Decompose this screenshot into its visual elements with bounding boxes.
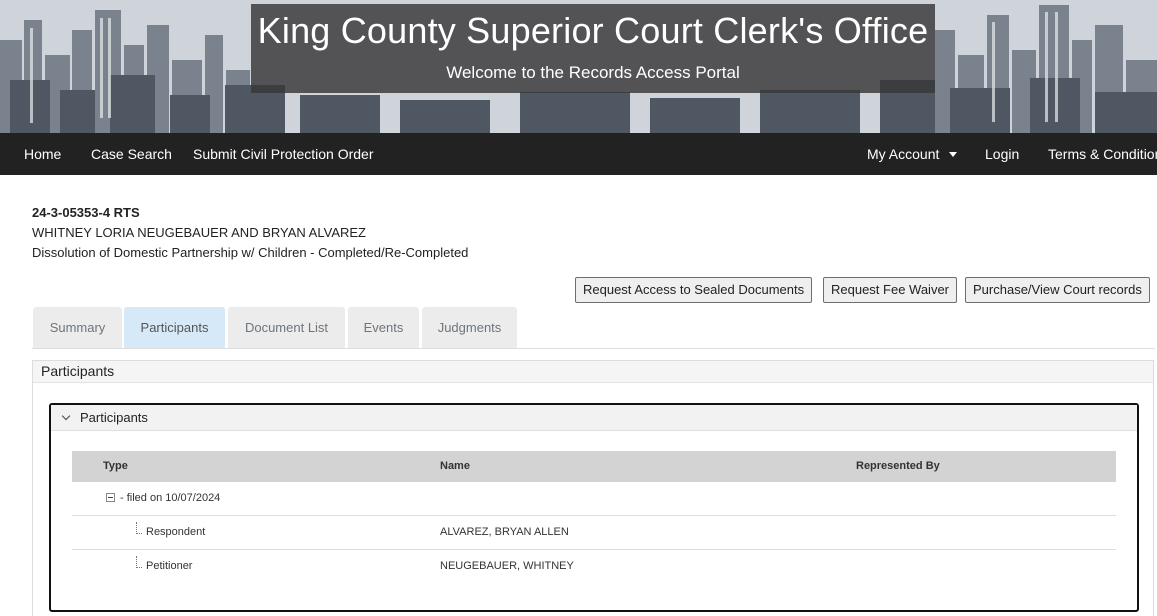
table-row: Petitioner NEUGEBAUER, WHITNEY — [72, 550, 1116, 584]
caret-down-icon — [949, 152, 958, 157]
case-tabs: Summary Participants Document List Event… — [32, 307, 1155, 349]
column-header-name[interactable]: Name — [440, 451, 470, 482]
chevron-down-icon — [61, 411, 71, 421]
section-title: Participants — [80, 410, 148, 425]
participant-name: ALVAREZ, BRYAN ALLEN — [440, 526, 569, 538]
nav-terms[interactable]: Terms & Conditions — [1048, 133, 1157, 175]
tab-summary[interactable]: Summary — [33, 307, 122, 348]
grid-header: Type Name Represented By — [72, 451, 1116, 482]
collapse-icon[interactable] — [106, 493, 115, 502]
case-number: 24-3-05353-4 RTS — [32, 205, 140, 220]
column-header-represented-by[interactable]: Represented By — [856, 451, 940, 482]
tab-participants[interactable]: Participants — [124, 307, 225, 348]
tab-judgments[interactable]: Judgments — [422, 307, 517, 348]
request-fee-waiver-button[interactable]: Request Fee Waiver — [823, 277, 958, 303]
banner-title-box: King County Superior Court Clerk's Offic… — [251, 4, 935, 93]
header-banner: King County Superior Court Clerk's Offic… — [0, 0, 1157, 133]
column-header-type[interactable]: Type — [103, 451, 128, 482]
group-label: - filed on 10/07/2024 — [120, 492, 221, 504]
request-sealed-documents-button[interactable]: Request Access to Sealed Documents — [575, 277, 813, 303]
nav-my-account-dropdown[interactable]: My Account — [867, 133, 958, 175]
participants-section: Participants Type Name Represented By - … — [49, 403, 1139, 612]
participants-section-toggle[interactable]: Participants — [51, 405, 1137, 431]
panel-title: Participants — [33, 361, 1153, 383]
nav-submit-civil-protection-order[interactable]: Submit Civil Protection Order — [193, 133, 374, 175]
main-navbar: Home Case Search Submit Civil Protection… — [0, 133, 1157, 175]
table-row: Respondent ALVAREZ, BRYAN ALLEN — [72, 516, 1116, 550]
tree-branch-icon — [136, 556, 142, 568]
nav-case-search[interactable]: Case Search — [91, 133, 172, 175]
purchase-court-records-button[interactable]: Purchase/View Court records — [965, 277, 1150, 303]
tree-branch-icon — [136, 522, 142, 534]
nav-home[interactable]: Home — [24, 133, 61, 175]
participant-name: NEUGEBAUER, WHITNEY — [440, 560, 574, 572]
case-type: Dissolution of Domestic Partnership w/ C… — [32, 245, 469, 260]
participants-grid: Type Name Represented By - filed on 10/0… — [72, 451, 1116, 584]
site-subtitle: Welcome to the Records Access Portal — [446, 63, 740, 82]
nav-my-account-label: My Account — [867, 146, 940, 162]
participants-panel: Participants Participants Type Name Repr… — [32, 360, 1154, 616]
tab-document-list[interactable]: Document List — [228, 307, 345, 348]
case-parties: WHITNEY LORIA NEUGEBAUER AND BRYAN ALVAR… — [32, 225, 366, 240]
nav-login[interactable]: Login — [985, 133, 1019, 175]
participant-type: Respondent — [146, 526, 206, 538]
participant-type: Petitioner — [146, 560, 193, 572]
group-row: - filed on 10/07/2024 — [72, 482, 1116, 516]
tab-events[interactable]: Events — [348, 307, 419, 348]
site-title: King County Superior Court Clerk's Offic… — [257, 10, 929, 51]
